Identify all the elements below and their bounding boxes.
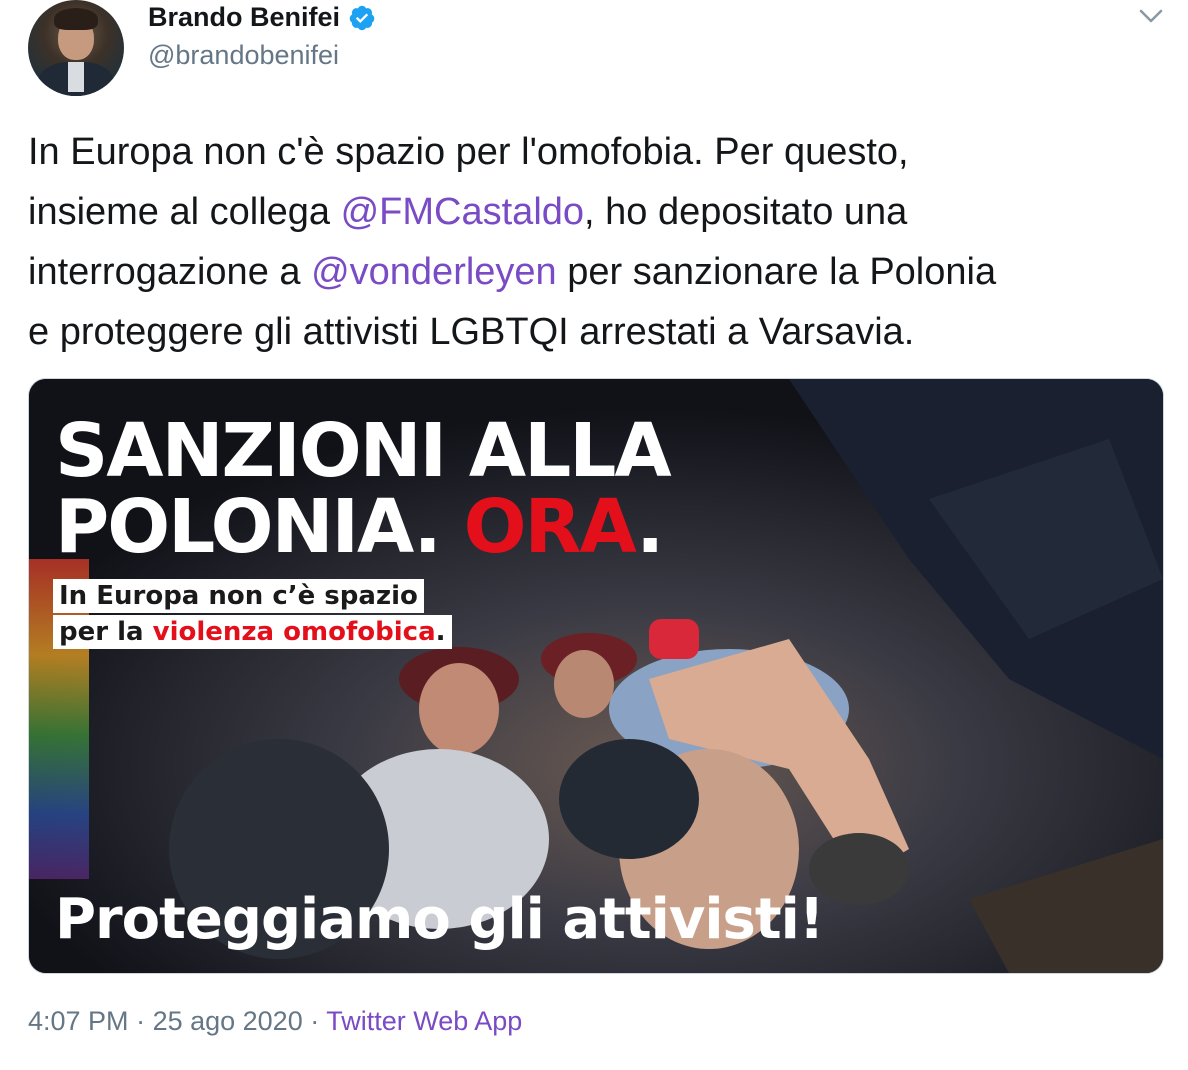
author-name-row[interactable]: Brando Benifei [148, 2, 376, 33]
tweet-media-image[interactable]: SANZIONI ALLA POLONIA. ORA. In Europa no… [28, 378, 1164, 974]
media-headline: SANZIONI ALLA POLONIA. ORA. [55, 413, 672, 565]
media-subtitle-text: In Europa non c’è spazio [59, 581, 418, 611]
media-subtitle-accent: violenza omofobica [152, 617, 436, 647]
media-subtitle-period: . [435, 617, 446, 647]
tweet-text-line: per sanzionare la Polonia [556, 251, 997, 293]
tweet-text: In Europa non c'è spazio per l'omofobia.… [28, 122, 1168, 362]
tweet-meta: 4:07 PM · 25 ago 2020 · Twitter Web App [28, 1006, 522, 1037]
meta-separator: · [302, 1006, 327, 1036]
tweet-text-line: In Europa non c'è spazio per l'omofobia.… [28, 131, 909, 173]
media-headline-accent: ORA [463, 484, 639, 570]
author-handle[interactable]: @brandobenifei [148, 40, 339, 71]
media-subtitle-text: per la [59, 617, 153, 647]
media-headline-line: SANZIONI ALLA [55, 408, 672, 494]
avatar-shirt [68, 62, 84, 92]
media-headline-period: . [636, 484, 664, 570]
media-subtitle-line: per la violenza omofobica. [53, 615, 452, 649]
avatar-hair [54, 8, 98, 30]
mention-link-vonderleyen[interactable]: @vonderleyen [311, 251, 557, 293]
tweet-text-line: , ho depositato una [584, 191, 908, 233]
chevron-down-icon[interactable] [1138, 6, 1164, 26]
tweet-text-line: e proteggere gli attivisti LGBTQI arrest… [28, 311, 915, 353]
tweet-text-line: interrogazione a [28, 251, 312, 293]
tweet-source-link[interactable]: Twitter Web App [326, 1006, 522, 1036]
mention-link-fmcastaldo[interactable]: @FMCastaldo [341, 191, 584, 233]
verified-badge-icon [349, 5, 375, 30]
author-display-name[interactable]: Brando Benifei [148, 2, 340, 33]
meta-separator: · [128, 1006, 153, 1036]
media-subtitle: In Europa non c’è spazio per la violenza… [53, 579, 452, 651]
media-subtitle-line: In Europa non c’è spazio [53, 579, 424, 613]
media-headline-line: POLONIA. [55, 484, 464, 570]
media-slogan: Proteggiamo gli attivisti! [55, 887, 824, 952]
avatar[interactable] [28, 0, 124, 96]
tweet-time[interactable]: 4:07 PM [28, 1006, 129, 1036]
tweet-date[interactable]: 25 ago 2020 [153, 1006, 303, 1036]
tweet-text-line: insieme al collega [28, 191, 341, 233]
